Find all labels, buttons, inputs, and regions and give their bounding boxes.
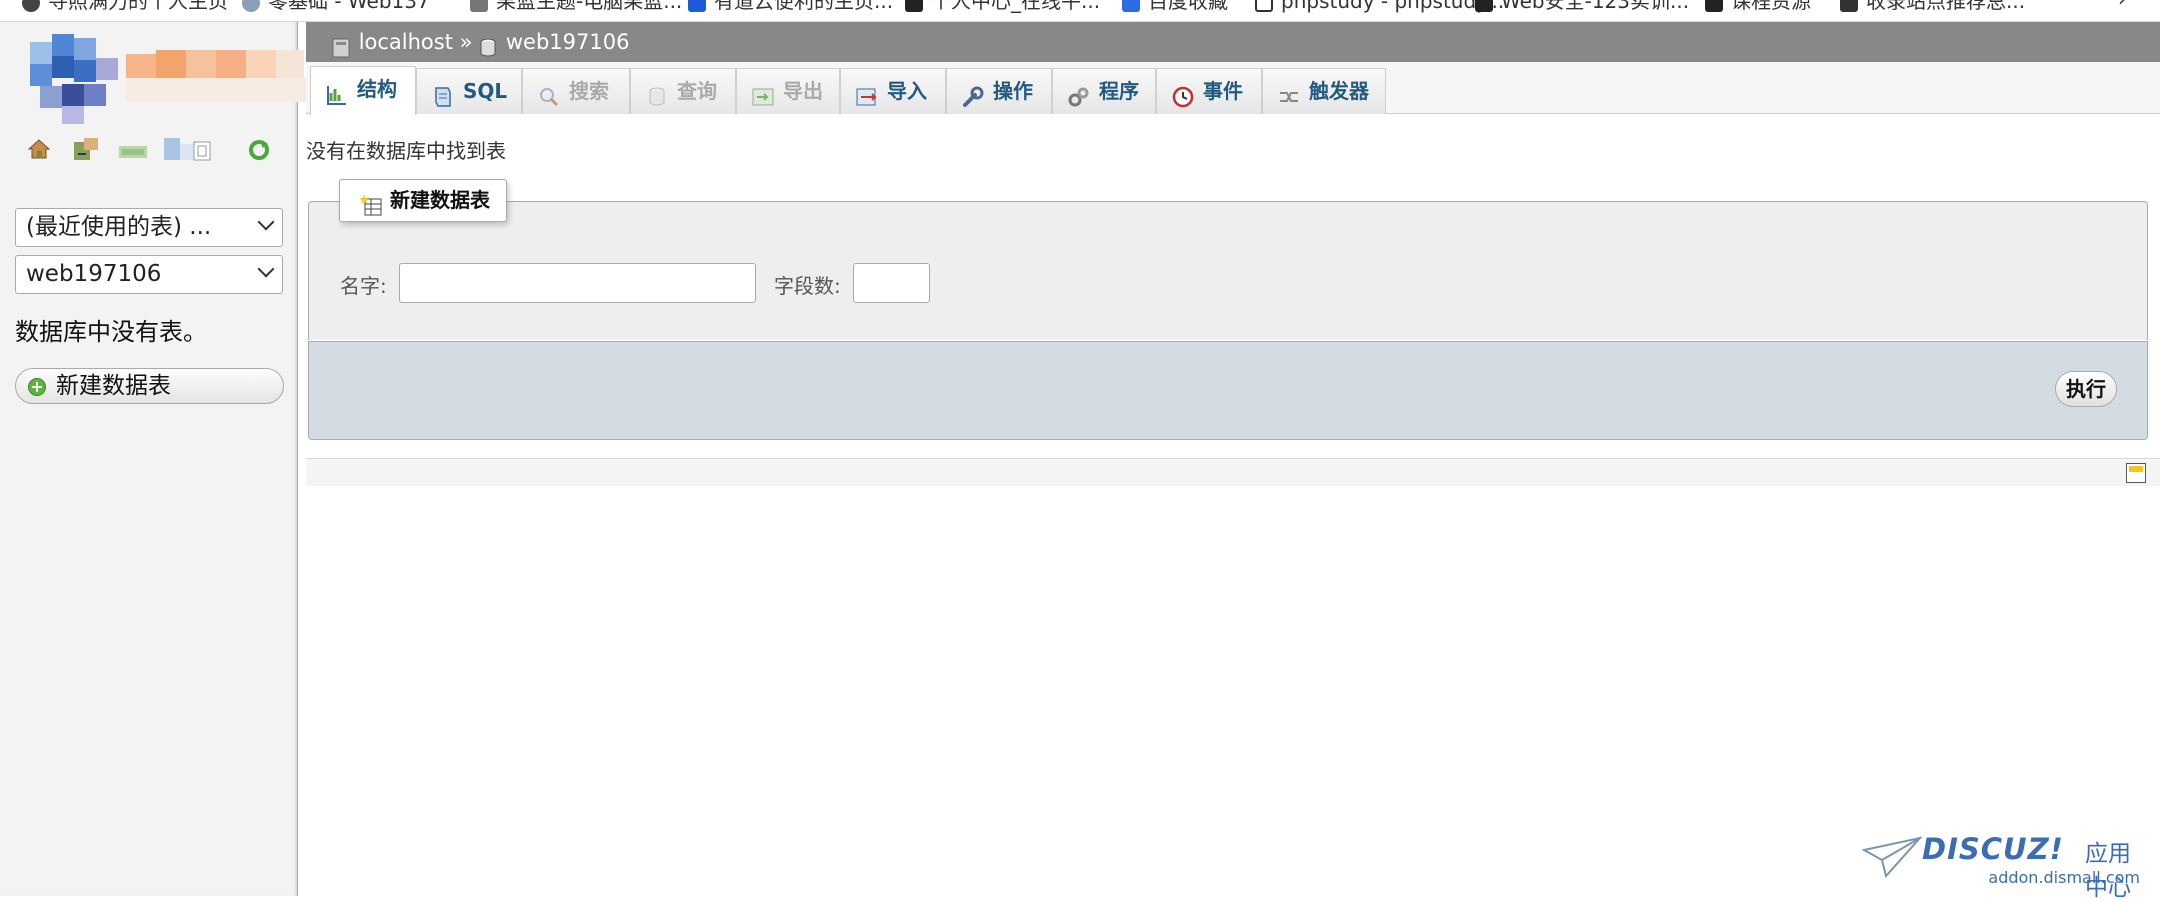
- bookmark-favicon-icon: [242, 0, 260, 12]
- home-icon[interactable]: [26, 136, 52, 162]
- query-icon: [645, 80, 669, 106]
- logout-icon[interactable]: [72, 136, 98, 162]
- watermark-brand: DISCUZ!: [1922, 832, 2064, 866]
- num-fields-input[interactable]: [853, 263, 930, 303]
- bookmark-item[interactable]: 寻照满力的个人主页: [22, 0, 228, 12]
- bookmark-item[interactable]: 零基础 - Web137: [242, 0, 430, 12]
- tab-export[interactable]: 导出: [736, 68, 840, 114]
- bookmark-favicon-icon: [1475, 0, 1493, 12]
- breadcrumb-database[interactable]: web197106: [506, 30, 630, 54]
- bookmarks-overflow-chevron-icon[interactable]: ›: [2118, 0, 2126, 10]
- tab-bar: 结构 SQL 搜索 查询 导出 导入 操作 程序 事件 触发器: [306, 62, 2160, 115]
- nav-new-table-button[interactable]: + 新建数据表: [15, 368, 284, 404]
- add-icon: +: [28, 378, 46, 396]
- watermark-url: addon.dismall.com: [1988, 868, 2140, 887]
- recent-tables-select[interactable]: (最近使用的表) ...: [15, 208, 283, 247]
- tab-sql[interactable]: SQL: [416, 68, 522, 114]
- table-name-label: 名字:: [340, 274, 387, 298]
- bookmark-favicon-icon: [1705, 0, 1723, 12]
- bookmark-item[interactable]: 个人中心_在线平...: [905, 0, 1100, 12]
- export-icon: [751, 80, 775, 106]
- tab-structure[interactable]: 结构: [310, 66, 416, 115]
- no-tables-message: 没有在数据库中找到表: [306, 139, 506, 163]
- bookmark-favicon-icon: [905, 0, 923, 12]
- nav-icon-bar: [26, 136, 286, 168]
- breadcrumb: localhost » web197106: [306, 22, 2160, 62]
- import-icon: [855, 80, 879, 106]
- routines-icon: [1067, 80, 1091, 107]
- paper-plane-icon: [1862, 836, 1922, 879]
- tab-routines[interactable]: 程序: [1052, 68, 1156, 114]
- logo[interactable]: [26, 28, 306, 124]
- settings-icon[interactable]: [164, 136, 216, 162]
- bookmark-item[interactable]: 收录站点推荐总...: [1840, 0, 2025, 12]
- table-name-input[interactable]: [399, 263, 756, 303]
- tab-events[interactable]: 事件: [1156, 68, 1262, 114]
- tab-search[interactable]: 搜索: [522, 68, 630, 114]
- num-fields-label: 字段数:: [774, 274, 841, 298]
- bookmark-item[interactable]: 果蓝主题-电脑果蓝...: [470, 0, 682, 12]
- sql-icon: [431, 80, 455, 107]
- search-icon: [537, 80, 561, 107]
- clock-icon: [1171, 80, 1195, 108]
- nav-empty-message: 数据库中没有表。: [15, 318, 207, 346]
- new-table-icon: [358, 190, 384, 216]
- structure-icon: [325, 78, 349, 105]
- bookmark-item[interactable]: 课程资源: [1705, 0, 1811, 12]
- go-button[interactable]: 执行: [2055, 371, 2117, 407]
- console-toggle-icon[interactable]: [2126, 463, 2146, 483]
- docs-icon[interactable]: [118, 136, 147, 162]
- reload-icon[interactable]: [246, 136, 272, 162]
- bookmark-favicon-icon: [22, 0, 40, 12]
- bookmark-favicon-icon: [1255, 0, 1273, 12]
- navigation-panel: (最近使用的表) ... web197106 数据库中没有表。 + 新建数据表: [0, 22, 306, 896]
- bookmark-item[interactable]: 百度收藏: [1122, 0, 1228, 12]
- bookmark-favicon-icon: [1840, 0, 1858, 12]
- bookmark-favicon-icon: [1122, 0, 1140, 12]
- server-icon: [330, 32, 352, 58]
- watermark: DISCUZ! 应用中心 addon.dismall.com: [1862, 830, 2152, 901]
- chevron-down-icon: [257, 213, 275, 231]
- bookmark-favicon-icon: [688, 0, 706, 12]
- bookmark-item[interactable]: phpstudy - phpstudy...: [1255, 0, 1504, 12]
- database-icon: [479, 32, 499, 57]
- bookmark-favicon-icon: [470, 0, 488, 12]
- wrench-icon: [961, 80, 985, 107]
- tab-import[interactable]: 导入: [840, 68, 946, 114]
- triggers-icon: [1277, 80, 1301, 104]
- console-bar: [306, 458, 2160, 486]
- tab-triggers[interactable]: 触发器: [1262, 68, 1386, 114]
- bookmark-item[interactable]: Web安全-123实训...: [1475, 0, 1689, 12]
- tab-operations[interactable]: 操作: [946, 68, 1052, 114]
- bookmarks-bar: 寻照满力的个人主页 零基础 - Web137 果蓝主题-电脑果蓝... 有道云便…: [0, 0, 2160, 22]
- chevron-down-icon: [257, 260, 275, 278]
- breadcrumb-separator: »: [459, 30, 473, 54]
- database-select[interactable]: web197106: [15, 255, 283, 294]
- breadcrumb-server[interactable]: localhost: [359, 30, 453, 54]
- bookmark-item[interactable]: 有道云便利的主页...: [688, 0, 893, 12]
- create-table-legend: 新建数据表: [339, 179, 507, 222]
- form-footer: 执行: [308, 341, 2148, 440]
- tab-query[interactable]: 查询: [630, 68, 736, 114]
